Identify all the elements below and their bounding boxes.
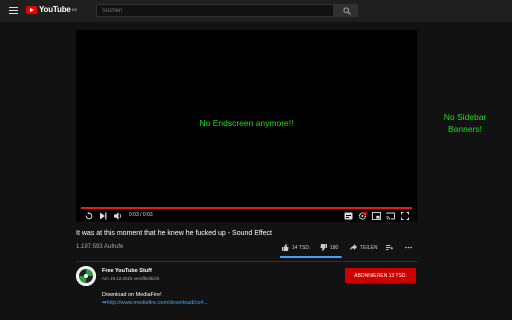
logo-text: YouTube xyxy=(39,5,71,14)
miniplayer-icon[interactable] xyxy=(372,212,381,220)
search-button[interactable] xyxy=(334,4,358,17)
subtitles-icon[interactable] xyxy=(344,212,353,220)
share-icon xyxy=(350,244,357,251)
video-player[interactable]: No Endscreen anymore!! 0:03 / 0:03 xyxy=(76,30,417,222)
time-display: 0:03 / 0:03 xyxy=(129,212,153,218)
video-title: It was at this moment that he knew he fu… xyxy=(76,230,272,237)
channel-logo-icon xyxy=(76,266,96,286)
search-icon xyxy=(343,7,351,15)
more-actions-button[interactable] xyxy=(405,244,412,251)
add-to-playlist-button[interactable] xyxy=(386,244,393,251)
publish-date: Am 19.12.2015 veröffentlicht xyxy=(102,276,160,281)
like-count: 14 TSD. xyxy=(292,244,311,251)
player-overlay-message: No Endscreen anymore!! xyxy=(199,118,294,128)
masthead: YouTube DE xyxy=(0,0,512,22)
next-icon[interactable] xyxy=(100,212,107,220)
description-link[interactable]: ➡http://www.mediafire.com/download/cs4..… xyxy=(102,300,208,306)
subscriber-count: 13 TSD. xyxy=(388,272,407,279)
youtube-logo[interactable]: YouTube DE xyxy=(26,5,77,14)
replay-icon[interactable] xyxy=(85,212,93,220)
description-line: Download on MediaFire! xyxy=(102,292,162,298)
description-link-text[interactable]: http://www.mediafire.com/download/cs4... xyxy=(107,300,208,306)
share-button[interactable]: TEILEN xyxy=(350,244,378,251)
progress-bar[interactable] xyxy=(81,207,412,209)
thumbs-down-icon xyxy=(320,244,327,251)
dislike-button[interactable]: 180 xyxy=(320,244,338,251)
like-ratio-bar xyxy=(280,256,342,258)
logo-country: DE xyxy=(71,7,78,12)
settings-icon[interactable] xyxy=(358,212,367,220)
view-count: 1.197.593 Aufrufe xyxy=(76,244,124,250)
channel-name[interactable]: Free YouTube Stuff xyxy=(102,268,152,274)
dislike-count: 180 xyxy=(330,244,339,251)
divider xyxy=(76,261,417,262)
hamburger-menu-icon[interactable] xyxy=(9,7,18,14)
sidebar-message: No Sidebar Banners! xyxy=(443,112,487,134)
thumbs-up-icon xyxy=(282,244,289,251)
like-ratio-fill xyxy=(280,256,342,258)
subscribe-label: ABONNIEREN xyxy=(354,272,388,279)
volume-icon[interactable] xyxy=(114,212,123,220)
subscribe-button[interactable]: ABONNIEREN 13 TSD. xyxy=(345,268,416,283)
share-label: TEILEN xyxy=(360,244,378,251)
add-to-playlist-icon xyxy=(386,245,393,250)
search-input[interactable] xyxy=(96,4,334,17)
hd-badge-icon xyxy=(363,212,367,215)
like-button[interactable]: 14 TSD. xyxy=(282,244,310,251)
more-horizontal-icon xyxy=(405,246,412,249)
cast-icon[interactable] xyxy=(386,212,395,220)
fullscreen-icon[interactable] xyxy=(401,212,409,220)
play-logo-icon xyxy=(26,5,37,14)
channel-avatar[interactable] xyxy=(76,266,96,286)
